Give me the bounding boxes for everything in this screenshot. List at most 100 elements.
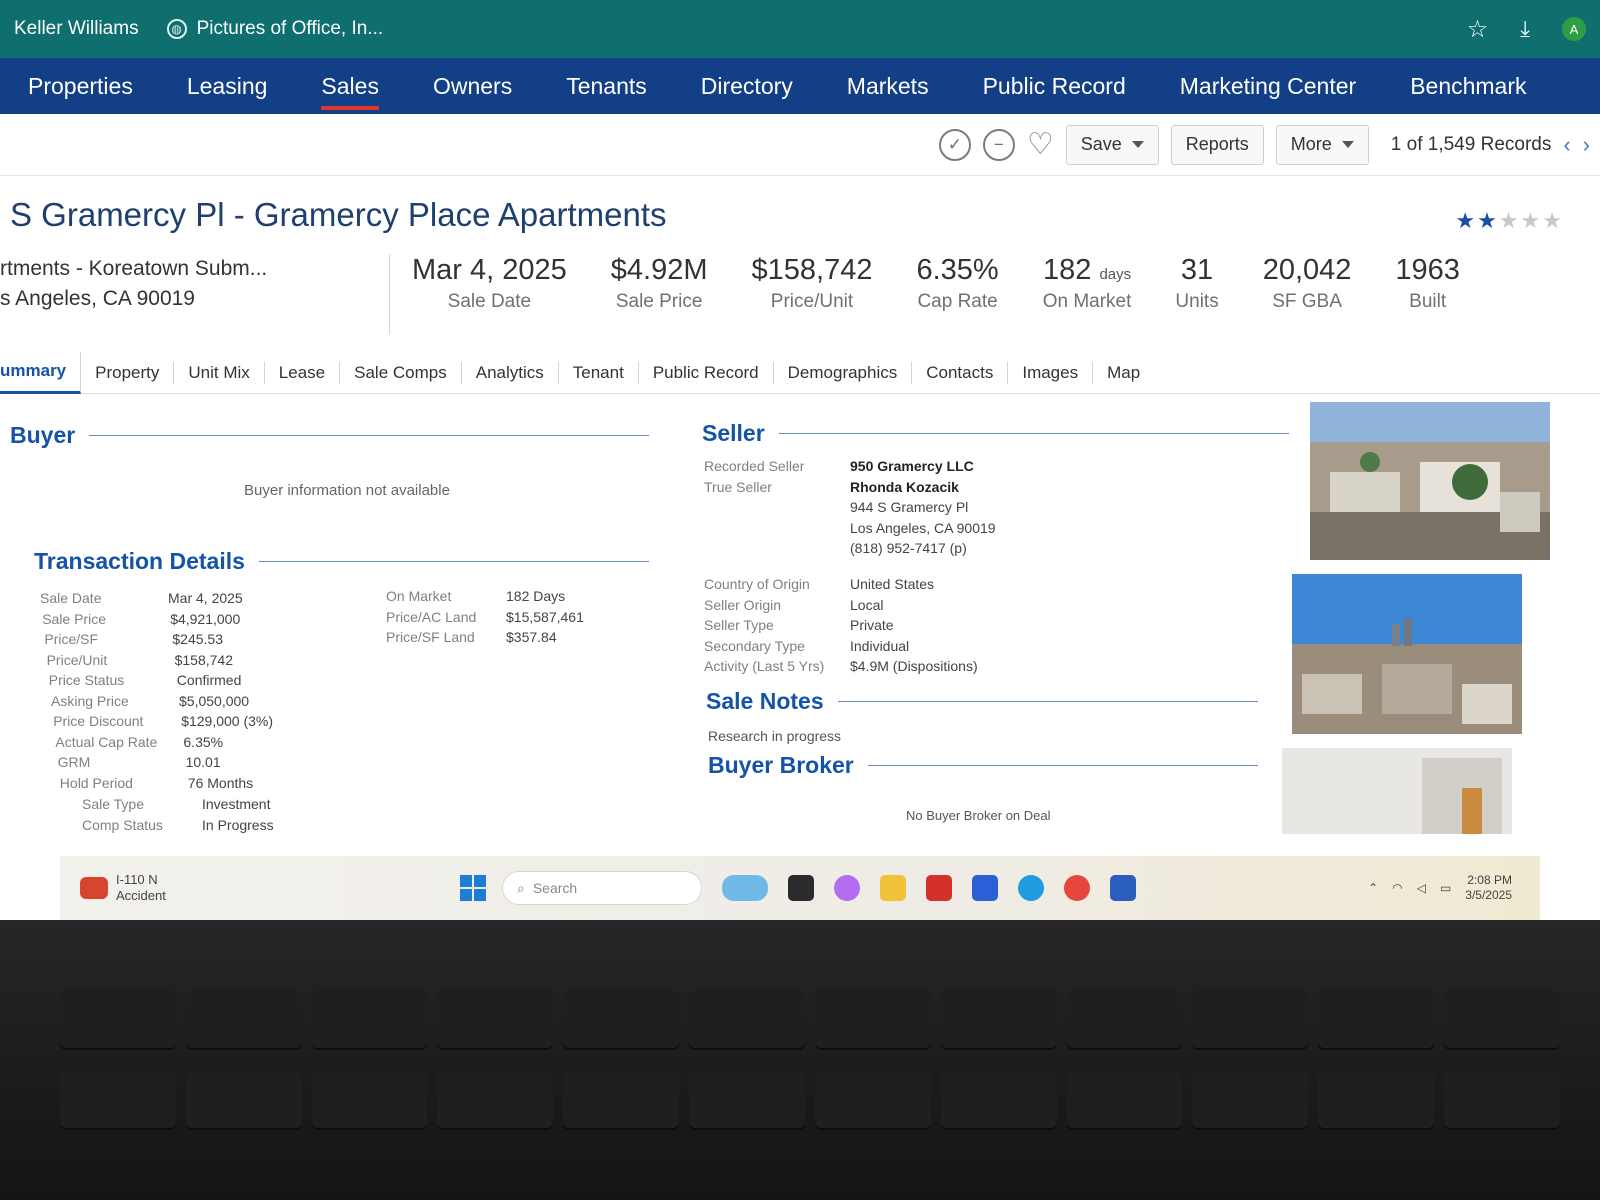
true-seller-value[interactable]: Rhonda Kozacik [850,479,959,495]
tab-property[interactable]: Property [81,361,175,384]
property-photo-3[interactable] [1282,748,1512,834]
widgets-icon[interactable] [722,875,768,901]
fact-value: Mar 4, 2025 [412,254,567,287]
taskbar-search[interactable]: ⌕ Search [502,871,702,905]
detail-row: Price/SF Land $357.84 [386,627,584,648]
next-record-icon[interactable]: › [1583,132,1590,158]
minus-circle-icon[interactable]: − [982,128,1015,161]
chevron-down-icon [1341,141,1354,148]
copilot-icon[interactable] [834,875,860,901]
nav-item-leasing[interactable]: Leasing [187,58,294,114]
chrome-icon[interactable] [1064,875,1090,901]
previous-record-icon[interactable]: ‹ [1563,132,1570,158]
task-view-icon[interactable] [788,875,814,901]
recorded-seller-value[interactable]: 950 Gramercy LLC [850,458,974,474]
download-icon[interactable]: ⤓ [1520,16,1530,42]
search-icon: ⌕ [517,879,525,896]
wifi-icon[interactable]: ◠ [1392,881,1402,895]
buyer-heading: Buyer [10,422,76,448]
fact-built: 1963 Built [1373,254,1482,313]
tab-contacts[interactable]: Contacts [912,361,1009,384]
property-photo-2[interactable] [1292,574,1522,734]
detail-row: Sale Date Mar 4, 2025 [40,588,273,609]
tab-public-record[interactable]: Public Record [639,361,774,384]
tab-sale-comps[interactable]: Sale Comps [340,361,462,384]
profile-avatar[interactable]: A [1562,17,1586,41]
transaction-details-left: Sale Date Mar 4, 2025 Sale Price $4,921,000… [40,588,273,793]
sale-notes-section-heading: Sale Notes [706,688,1258,715]
fact-label: Sale Price [615,291,703,312]
nav-item-sales[interactable]: Sales [321,58,405,114]
fact-value: $158,742 [752,254,873,287]
heart-icon[interactable]: ♡ [1027,129,1054,160]
star-icon[interactable]: ★ [1477,208,1499,233]
more-button[interactable]: More [1275,124,1369,165]
detail-label: Hold Period [59,774,133,791]
volume-icon[interactable]: ◁ [1417,881,1426,895]
system-tray: ⌃ ◠ ◁ ▭ 2:08 PM 3/5/2025 [1368,873,1540,903]
checkmark-icon[interactable]: ✓ [938,128,971,161]
word-icon[interactable] [1110,875,1136,901]
divider [867,765,1258,766]
address-line-1: rtments - Koreatown Subm... [0,257,268,280]
detail-row: Sale Type Investment [82,794,274,815]
star-icon[interactable]: ★ [1542,208,1564,233]
chevron-up-icon[interactable]: ⌃ [1368,881,1378,895]
reports-button[interactable]: Reports [1170,124,1264,165]
detail-value: 76 Months [187,774,254,791]
detail-value: United States [850,576,935,592]
nav-item-marketing-center[interactable]: Marketing Center [1180,58,1382,114]
traffic-line-2: Accident [116,888,166,903]
mcafee-icon[interactable] [926,875,952,901]
nav-item-tenants[interactable]: Tenants [566,58,673,114]
tab-map[interactable]: Map [1093,362,1154,384]
buyer-broker-section-heading: Buyer Broker [708,752,1258,779]
star-icon[interactable]: ★ [1455,208,1477,233]
star-bookmark-icon[interactable]: ☆ [1467,15,1489,44]
nav-item-owners[interactable]: Owners [433,58,538,114]
nav-item-public-record[interactable]: Public Record [983,58,1152,114]
tab-ummary[interactable]: ummary [0,351,82,394]
save-button[interactable]: Save [1065,124,1159,165]
app-icon[interactable] [972,875,998,901]
save-button-label: Save [1080,134,1122,154]
clock-time: 2:08 PM [1467,873,1512,887]
star-rating[interactable]: ★★★★★ [1455,208,1564,234]
bookmark-keller-williams[interactable]: Keller Williams [14,18,139,40]
battery-icon[interactable]: ▭ [1440,881,1451,895]
edge-icon[interactable] [1018,875,1044,901]
fact-value: 1963 [1395,254,1460,287]
nav-item-benchmark[interactable]: Benchmark [1410,58,1552,114]
nav-item-properties[interactable]: Properties [28,58,159,114]
detail-row: Price Status Confirmed [40,670,273,691]
traffic-widget[interactable]: I-110 N Accident [60,872,460,904]
star-icon[interactable]: ★ [1521,208,1543,233]
detail-label: Price/SF Land [386,629,475,645]
detail-label: Comp Status [82,816,163,833]
fact-value: $4.92M [611,254,708,287]
tab-tenant[interactable]: Tenant [559,361,639,384]
file-explorer-icon[interactable] [880,875,906,901]
nav-item-markets[interactable]: Markets [847,58,955,114]
bookmark-pictures-of-office[interactable]: ◍ Pictures of Office, In... [166,18,383,40]
tab-unit-mix[interactable]: Unit Mix [174,361,265,384]
reports-button-label: Reports [1185,134,1249,154]
windows-start-icon[interactable] [460,875,486,901]
tab-demographics[interactable]: Demographics [774,361,913,384]
detail-row: On Market 182 Days [386,586,584,607]
property-photo-1[interactable] [1310,402,1550,560]
star-icon[interactable]: ★ [1499,208,1521,233]
sale-notes-text: Research in progress [708,728,842,744]
nav-item-directory[interactable]: Directory [701,58,819,114]
detail-row: Secondary Type Individual [704,636,978,657]
fact-label: SF GBA [1272,291,1342,312]
detail-label: Asking Price [51,692,129,709]
fact-value-text: 1963 [1395,254,1460,286]
transaction-details-bottom: Sale Type Investment Comp Status In Progres… [82,794,274,835]
tab-analytics[interactable]: Analytics [462,361,559,384]
tab-lease[interactable]: Lease [265,361,341,384]
detail-value: $4.9M (Dispositions) [850,658,978,674]
chevron-down-icon [1131,141,1144,148]
clock[interactable]: 2:08 PM 3/5/2025 [1465,873,1512,903]
tab-images[interactable]: Images [1008,361,1094,384]
